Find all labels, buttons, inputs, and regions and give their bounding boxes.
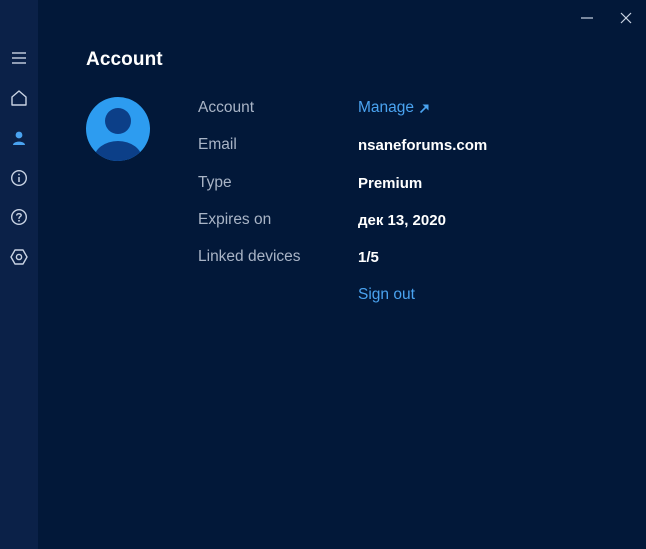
type-label: Type [198, 174, 232, 191]
sidebar-item-help[interactable] [0, 201, 38, 233]
manage-link-label: Manage [358, 99, 415, 116]
user-avatar-icon [86, 97, 150, 161]
close-button[interactable] [611, 4, 641, 32]
expires-on-value: дек 13, 2020 [358, 212, 446, 229]
linked-devices-value: 1/5 [358, 249, 379, 266]
manage-link[interactable]: Manage [358, 99, 430, 117]
hamburger-menu-icon [12, 52, 26, 64]
type-value: Premium [358, 175, 423, 192]
close-icon [620, 12, 632, 24]
sidebar-item-menu[interactable] [0, 42, 38, 74]
expires-on-label: Expires on [198, 211, 272, 228]
external-link-icon [419, 103, 430, 114]
linked-devices-label: Linked devices [198, 248, 301, 265]
home-icon [11, 90, 27, 106]
email-value: nsaneforums.com [358, 137, 488, 154]
help-icon [10, 208, 28, 226]
account-icon [13, 131, 25, 145]
avatar [86, 97, 150, 161]
info-icon [10, 169, 28, 187]
email-label: Email [198, 136, 237, 153]
minimize-icon [581, 17, 593, 19]
sidebar-item-account[interactable] [0, 122, 38, 154]
sign-out-link[interactable]: Sign out [358, 286, 415, 304]
sidebar [0, 0, 38, 549]
minimize-button[interactable] [572, 4, 602, 32]
settings-icon [10, 249, 28, 265]
sidebar-item-settings[interactable] [0, 241, 38, 273]
account-label: Account [198, 99, 255, 116]
sidebar-item-home[interactable] [0, 82, 38, 114]
sidebar-item-info[interactable] [0, 162, 38, 194]
page-title: Account [86, 49, 163, 70]
